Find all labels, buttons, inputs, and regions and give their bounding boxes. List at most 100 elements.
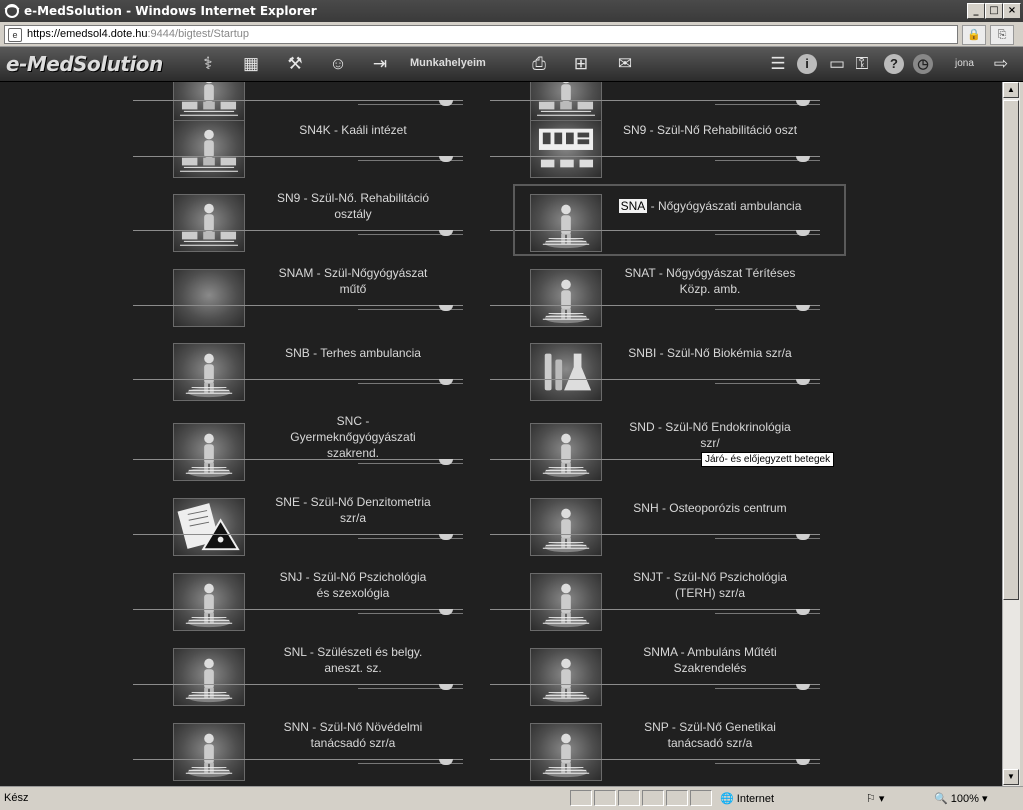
ward-label: SNJT - Szül-Nő Pszichológia (TERH) szr/a [610,569,810,601]
ward-tile[interactable]: SN9 - Szül-Nő. Rehabilitáció osztály [133,190,493,270]
clock-icon[interactable]: ◷ [913,54,933,74]
ward-label-line: SND - Szül-Nő Endokrinológia [629,420,791,434]
help-icon[interactable]: ? [884,54,904,74]
ward-label: SNAT - Nőgyógyászat Térítéses Közp. amb. [610,265,810,297]
scroll-thumb[interactable] [1003,100,1019,600]
compatibility-icon[interactable]: ⎘ [990,25,1014,45]
bed-person-icon [173,194,245,252]
selection-frame [513,184,846,256]
vertical-scrollbar[interactable]: ▲ ▼ [1002,82,1020,786]
url-prefix: https://emedsol4. [27,28,111,40]
ward-tile[interactable]: SNAT - Nőgyógyászat Térítéses Közp. amb. [490,265,850,345]
window-title: e-MedSolution - Windows Internet Explore… [24,4,317,18]
lab-icon [530,343,602,401]
status-segment [594,790,616,806]
ward-tile[interactable]: SNP - Szül-Nő Genetikai tanácsadó szr/a [490,719,850,786]
status-segment [618,790,640,806]
tools-icon[interactable]: ⚒ [284,53,306,75]
tile-handle [439,156,453,162]
tile-handle [439,379,453,385]
lock-icon[interactable]: 🔒 [962,25,986,45]
ward-label-line: aneszt. sz. [324,661,382,675]
ward-label-line: szakrend. [326,446,380,460]
url-field[interactable]: e https://emedsol4.dote.hu:9444/bigtest/… [4,25,958,44]
ward-label: SNP - Szül-Nő Genetikai tanácsadó szr/a [610,719,810,751]
key-icon[interactable]: ⚿ [851,53,873,75]
tile-divider [490,305,820,306]
ward-label-line: SNE - Szül-Nő Denzitometria [275,495,431,509]
tile-divider [490,379,820,380]
patient-admin-icon[interactable]: ⚕ [197,53,219,75]
username: jona [955,58,974,69]
ward-label-line: SNP - Szül-Nő Genetikai [644,720,776,734]
ie-icon [4,4,20,18]
documents-icon[interactable]: ⎙ [528,53,550,75]
ward-tile[interactable]: SNH - Osteoporózis centrum [490,494,850,574]
ward-tile[interactable]: SNC - Gyermeknőgyógyászati szakrend. [133,414,493,499]
person-icon [173,423,245,481]
doctor-icon[interactable]: ☺ [327,53,349,75]
ward-label-line: műtő [339,282,367,296]
tile-handle [439,609,453,615]
tile-divider [133,759,463,760]
radiation-icon [173,498,245,556]
logout-icon[interactable]: ⇨ [990,53,1012,75]
ward-label-line: Közp. amb. [679,282,741,296]
ward-label-line: Gyermeknőgyógyászati [290,430,416,444]
person-icon [530,498,602,556]
ward-label: SNC - Gyermeknőgyógyászati szakrend. [253,413,453,461]
ward-label: SNL - Szülészeti és belgy. aneszt. sz. [253,644,453,676]
bed-person-icon [173,120,245,178]
status-segment [570,790,592,806]
ward-tile[interactable]: SNJT - Szül-Nő Pszichológia (TERH) szr/a [490,569,850,649]
ward-label: SND - Szül-Nő Endokrinológia szr/ [610,419,810,451]
tile-handle [439,534,453,540]
ward-label-line: SNJT - Szül-Nő Pszichológia [633,570,787,584]
ward-label: SNH - Osteoporózis centrum [633,501,787,515]
door-icon[interactable]: ⇥ [369,53,391,75]
person-icon [530,269,602,327]
ward-label: SNJ - Szül-Nő Pszichológia és szexológia [253,569,453,601]
maximize-button[interactable]: □ [985,3,1003,19]
scroll-down-button[interactable]: ▼ [1003,769,1019,785]
ward-tile[interactable]: SNB - Terhes ambulancia [133,339,493,419]
computer-icon[interactable]: ▭ [826,53,848,75]
app-toolbar: e-MedSolution ⚕ ▦ ⚒ ☺ ⇥ Munkahelyeim ⎙ ⊞… [0,47,1023,82]
ward-label: SNE - Szül-Nő Denzitometria szr/a [253,494,453,526]
mail-icon[interactable]: ✉ [614,53,636,75]
close-button[interactable]: × [1003,3,1021,19]
url-path: :9444/bigtest/Startup [147,28,249,40]
ward-label-line: szr/a [339,511,366,525]
scroll-up-button[interactable]: ▲ [1003,82,1019,98]
ward-tile[interactable]: SNJ - Szül-Nő Pszichológia és szexológia [133,569,493,649]
zoom-control[interactable]: 🔍 100% ▾ [934,792,987,805]
ward-tile[interactable]: SNL - Szülészeti és belgy. aneszt. sz. [133,644,493,724]
ward-label-line: SNJ - Szül-Nő Pszichológia [279,570,427,584]
tile-handle [796,534,810,540]
person-icon [530,648,602,706]
select-list-icon[interactable]: ☰ [767,53,789,75]
ward-tile[interactable]: SNMA - Ambuláns Műtéti Szakrendelés [490,644,850,724]
ward-list: SN4K - Kaáli intézet SN9 - Szül-Nő Rehabi… [0,82,1002,786]
ward-tile[interactable]: SNBI - Szül-Nő Biokémia szr/a [490,339,850,419]
ward-label-line: és szexológia [316,586,390,600]
tile-divider [133,230,463,231]
ward-tile[interactable]: SNAM - Szül-Nőgyógyászat műtő [133,265,493,345]
person-icon [173,573,245,631]
ward-label-line: SNAT - Nőgyógyászat Térítéses [624,266,796,280]
tile-divider [490,534,820,535]
ward-beds-icon [530,120,602,178]
tile-divider [133,534,463,535]
ward-tile[interactable]: SN4K - Kaáli intézet [133,116,493,196]
ward-tile[interactable]: SNN - Szül-Nő Növédelmi tanácsadó szr/a [133,719,493,786]
tile-handle [796,684,810,690]
hierarchy-icon[interactable]: ⊞ [570,53,592,75]
workplaces-label[interactable]: Munkahelyeim [410,57,486,69]
minimize-button[interactable]: _ [967,3,985,19]
info-icon[interactable]: i [797,54,817,74]
calendar-icon[interactable]: ▦ [240,53,262,75]
person-icon [530,723,602,781]
ward-label-line: SN9 - Szül-Nő. Rehabilitáció [276,191,430,205]
security-zone-icon[interactable]: ⚐ ▾ [866,792,884,805]
ward-tile[interactable]: SNE - Szül-Nő Denzitometria szr/a [133,494,493,574]
